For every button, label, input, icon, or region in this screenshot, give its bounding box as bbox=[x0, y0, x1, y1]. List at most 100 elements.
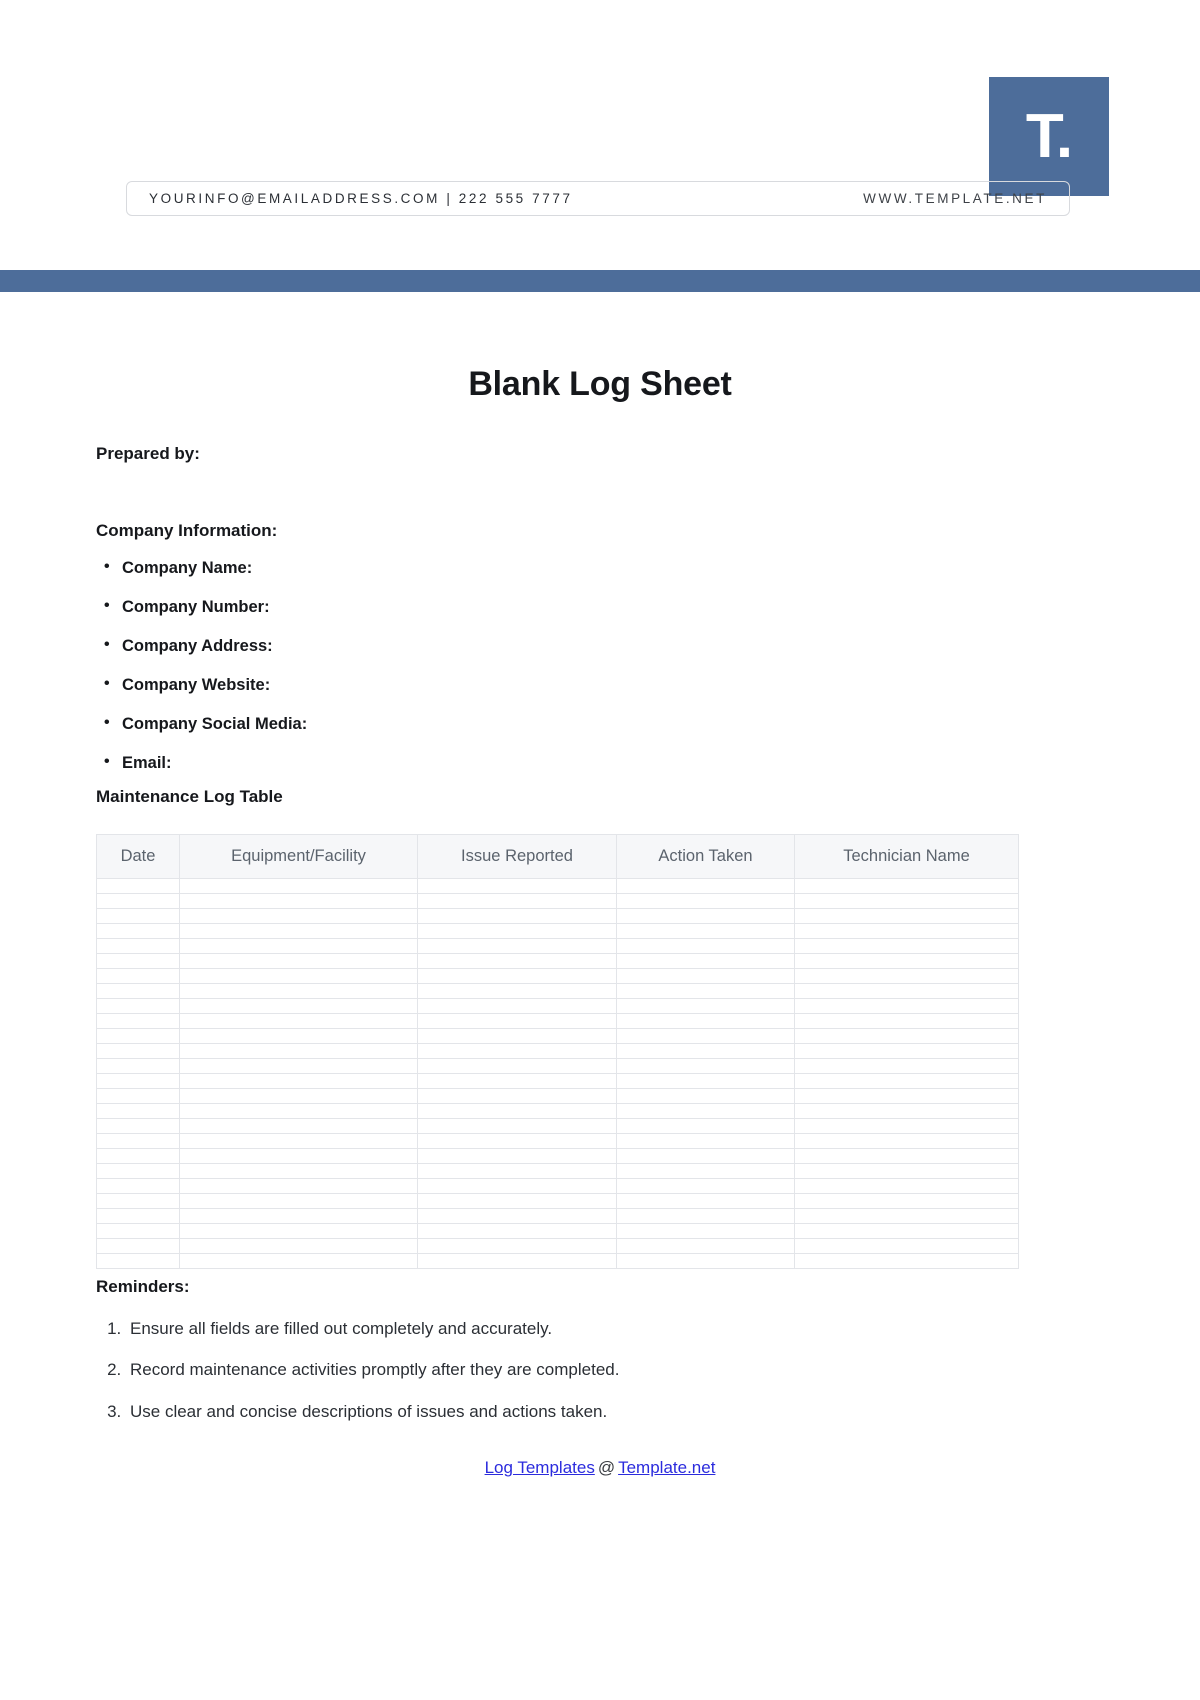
table-cell[interactable] bbox=[616, 1072, 795, 1089]
table-cell[interactable] bbox=[417, 1192, 617, 1209]
table-cell[interactable] bbox=[794, 1207, 1019, 1224]
table-cell[interactable] bbox=[96, 877, 180, 894]
table-cell[interactable] bbox=[794, 1117, 1019, 1134]
table-cell[interactable] bbox=[616, 877, 795, 894]
table-cell[interactable] bbox=[794, 1237, 1019, 1254]
table-cell[interactable] bbox=[616, 1222, 795, 1239]
table-row[interactable] bbox=[96, 967, 1019, 984]
table-row[interactable] bbox=[96, 877, 1019, 894]
table-cell[interactable] bbox=[96, 1042, 180, 1059]
table-cell[interactable] bbox=[794, 1087, 1019, 1104]
table-cell[interactable] bbox=[96, 1207, 180, 1224]
table-cell[interactable] bbox=[616, 997, 795, 1014]
table-cell[interactable] bbox=[794, 1102, 1019, 1119]
table-cell[interactable] bbox=[417, 1102, 617, 1119]
table-cell[interactable] bbox=[616, 1102, 795, 1119]
table-cell[interactable] bbox=[179, 1102, 418, 1119]
table-cell[interactable] bbox=[616, 1177, 795, 1194]
table-row[interactable] bbox=[96, 997, 1019, 1014]
table-cell[interactable] bbox=[96, 1252, 180, 1269]
table-cell[interactable] bbox=[616, 1207, 795, 1224]
table-cell[interactable] bbox=[616, 1252, 795, 1269]
table-cell[interactable] bbox=[96, 892, 180, 909]
table-cell[interactable] bbox=[417, 1132, 617, 1149]
table-cell[interactable] bbox=[616, 1087, 795, 1104]
table-cell[interactable] bbox=[794, 967, 1019, 984]
table-row[interactable] bbox=[96, 937, 1019, 954]
table-cell[interactable] bbox=[616, 1027, 795, 1044]
table-cell[interactable] bbox=[616, 1237, 795, 1254]
table-cell[interactable] bbox=[179, 922, 418, 939]
table-cell[interactable] bbox=[96, 1057, 180, 1074]
table-cell[interactable] bbox=[96, 1027, 180, 1044]
table-cell[interactable] bbox=[616, 1042, 795, 1059]
table-cell[interactable] bbox=[417, 1027, 617, 1044]
table-cell[interactable] bbox=[96, 1237, 180, 1254]
table-cell[interactable] bbox=[179, 982, 418, 999]
table-cell[interactable] bbox=[417, 1147, 617, 1164]
table-cell[interactable] bbox=[794, 1252, 1019, 1269]
table-cell[interactable] bbox=[179, 1162, 418, 1179]
table-cell[interactable] bbox=[179, 967, 418, 984]
table-cell[interactable] bbox=[179, 997, 418, 1014]
table-cell[interactable] bbox=[417, 937, 617, 954]
table-cell[interactable] bbox=[417, 1087, 617, 1104]
table-cell[interactable] bbox=[96, 1012, 180, 1029]
table-cell[interactable] bbox=[794, 952, 1019, 969]
table-cell[interactable] bbox=[96, 997, 180, 1014]
table-cell[interactable] bbox=[179, 952, 418, 969]
table-cell[interactable] bbox=[794, 1222, 1019, 1239]
table-cell[interactable] bbox=[417, 1162, 617, 1179]
table-cell[interactable] bbox=[417, 1177, 617, 1194]
table-cell[interactable] bbox=[616, 1132, 795, 1149]
table-cell[interactable] bbox=[794, 982, 1019, 999]
table-cell[interactable] bbox=[616, 937, 795, 954]
table-cell[interactable] bbox=[96, 1147, 180, 1164]
table-cell[interactable] bbox=[417, 997, 617, 1014]
table-cell[interactable] bbox=[96, 1192, 180, 1209]
table-row[interactable] bbox=[96, 892, 1019, 909]
table-cell[interactable] bbox=[179, 877, 418, 894]
table-cell[interactable] bbox=[179, 1027, 418, 1044]
table-row[interactable] bbox=[96, 1192, 1019, 1209]
table-cell[interactable] bbox=[179, 1207, 418, 1224]
table-cell[interactable] bbox=[794, 892, 1019, 909]
table-row[interactable] bbox=[96, 1042, 1019, 1059]
table-cell[interactable] bbox=[179, 1117, 418, 1134]
table-row[interactable] bbox=[96, 1162, 1019, 1179]
table-cell[interactable] bbox=[96, 907, 180, 924]
table-cell[interactable] bbox=[96, 1222, 180, 1239]
table-cell[interactable] bbox=[616, 922, 795, 939]
table-cell[interactable] bbox=[794, 1162, 1019, 1179]
table-cell[interactable] bbox=[417, 877, 617, 894]
table-cell[interactable] bbox=[417, 922, 617, 939]
table-cell[interactable] bbox=[616, 1117, 795, 1134]
table-cell[interactable] bbox=[616, 967, 795, 984]
table-cell[interactable] bbox=[179, 1132, 418, 1149]
table-cell[interactable] bbox=[179, 1222, 418, 1239]
table-cell[interactable] bbox=[417, 1072, 617, 1089]
table-cell[interactable] bbox=[794, 907, 1019, 924]
table-cell[interactable] bbox=[794, 1012, 1019, 1029]
table-cell[interactable] bbox=[417, 982, 617, 999]
table-cell[interactable] bbox=[179, 1087, 418, 1104]
table-row[interactable] bbox=[96, 1132, 1019, 1149]
table-cell[interactable] bbox=[417, 1012, 617, 1029]
table-row[interactable] bbox=[96, 1072, 1019, 1089]
table-row[interactable] bbox=[96, 1177, 1019, 1194]
table-cell[interactable] bbox=[179, 1147, 418, 1164]
table-cell[interactable] bbox=[179, 1237, 418, 1254]
table-cell[interactable] bbox=[616, 1162, 795, 1179]
table-cell[interactable] bbox=[417, 967, 617, 984]
table-row[interactable] bbox=[96, 922, 1019, 939]
table-cell[interactable] bbox=[179, 1252, 418, 1269]
table-cell[interactable] bbox=[96, 1177, 180, 1194]
table-cell[interactable] bbox=[96, 1117, 180, 1134]
table-row[interactable] bbox=[96, 1057, 1019, 1074]
table-cell[interactable] bbox=[179, 1177, 418, 1194]
table-cell[interactable] bbox=[179, 1012, 418, 1029]
table-cell[interactable] bbox=[794, 1147, 1019, 1164]
table-cell[interactable] bbox=[96, 922, 180, 939]
table-cell[interactable] bbox=[794, 1057, 1019, 1074]
table-cell[interactable] bbox=[417, 1222, 617, 1239]
